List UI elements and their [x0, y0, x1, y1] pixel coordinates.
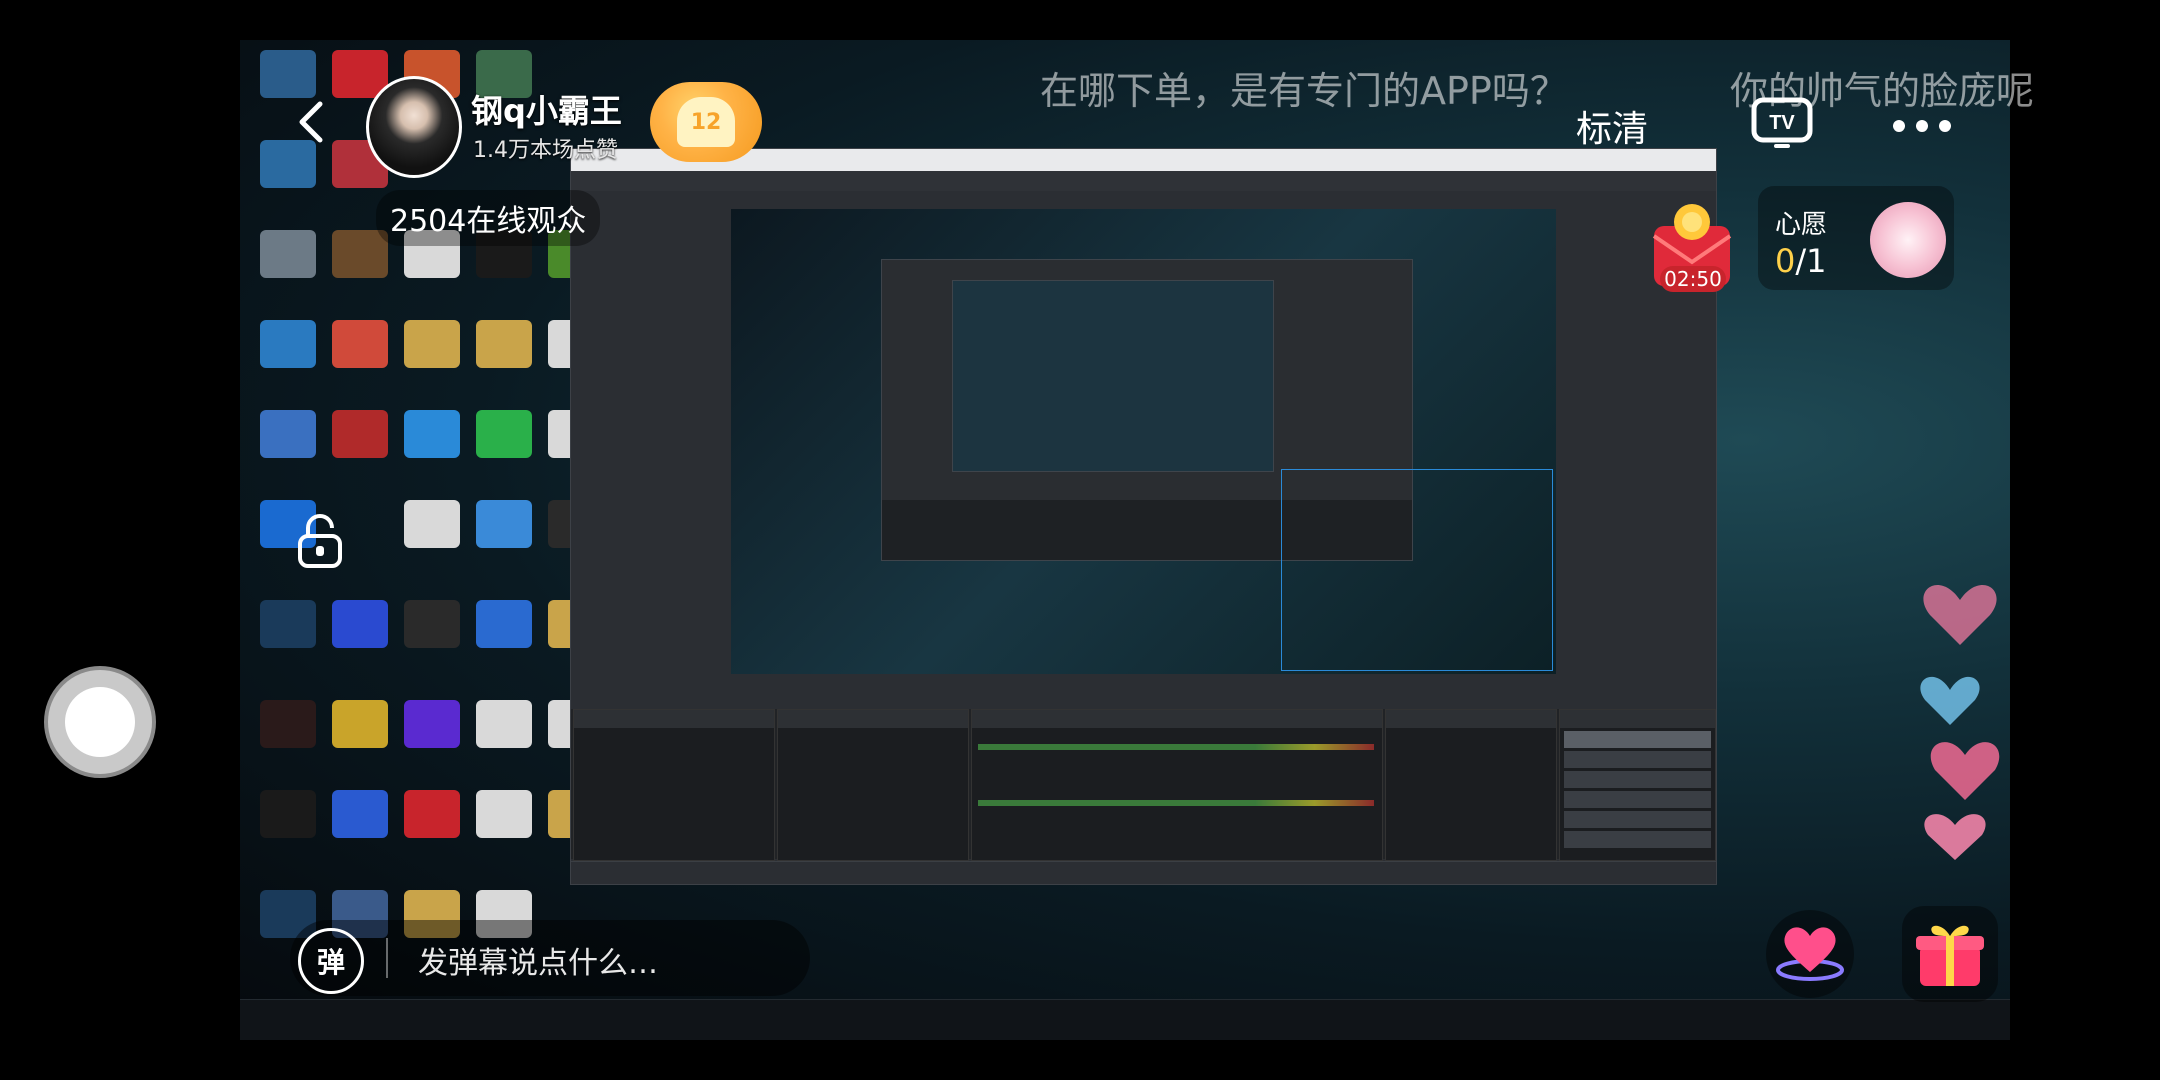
wish-total: /1 — [1795, 242, 1827, 280]
danmaku-comment: 在哪下单，是有专门的APP吗？ — [1040, 69, 1568, 113]
floating-hearts — [1910, 550, 2010, 880]
mixer-dock — [971, 709, 1383, 861]
comment-placeholder: 发弹幕说点什么… — [418, 946, 658, 981]
wish-gift-icon — [1870, 202, 1946, 278]
desktop-icon — [476, 500, 532, 548]
sources-dock — [777, 709, 969, 861]
desktop-icon — [260, 790, 316, 838]
quality-selector[interactable]: 标清 — [1576, 100, 1648, 152]
desktop-icon — [476, 320, 532, 368]
scenes-dock — [573, 709, 775, 861]
back-button[interactable] — [290, 94, 334, 150]
desktop-icon — [476, 700, 532, 748]
screen-record-button[interactable] — [44, 666, 156, 778]
obs-docks — [571, 709, 1716, 861]
desktop-icon — [260, 410, 316, 458]
desktop-icon — [260, 600, 316, 648]
desktop-icon — [404, 600, 460, 648]
desktop-icon — [332, 790, 388, 838]
svg-text:TV: TV — [1769, 112, 1795, 134]
controls-dock — [1559, 709, 1716, 861]
desktop-icon — [260, 50, 316, 98]
divider — [386, 938, 388, 978]
desktop-icon — [404, 790, 460, 838]
host-name: 钢q小霸王 — [471, 92, 622, 130]
desktop-icon — [332, 600, 388, 648]
audio-meter — [978, 800, 1374, 806]
desktop-icon — [332, 230, 388, 278]
chevron-left-icon — [299, 101, 323, 143]
desktop-icon — [332, 320, 388, 368]
record-icon — [65, 687, 135, 757]
like-button[interactable] — [1766, 910, 1854, 998]
nested-preview-inner — [952, 280, 1274, 472]
heart-icon: 12 — [677, 97, 735, 147]
screen-lock-icon[interactable] — [296, 512, 344, 568]
wish-card[interactable]: 心愿 0/1 — [1758, 186, 1954, 290]
tv-cast-icon[interactable]: TV — [1750, 96, 1814, 150]
host-likes: 1.4万本场点赞 — [473, 138, 618, 163]
gift-timer: 02:50 — [1660, 266, 1726, 292]
desktop-icon — [404, 500, 460, 548]
obs-window — [570, 148, 1717, 885]
comment-input-bar[interactable]: 弹 发弹幕说点什么… — [290, 920, 810, 996]
danmaku-toggle-label: 弹 — [316, 946, 345, 979]
desktop-icon — [404, 320, 460, 368]
desktop-icon — [404, 700, 460, 748]
desktop-icon — [476, 410, 532, 458]
gift-button[interactable] — [1902, 906, 1998, 1002]
avatar[interactable] — [366, 76, 462, 178]
transitions-dock — [1385, 709, 1557, 861]
desktop-icon — [260, 320, 316, 368]
windows-taskbar — [240, 999, 2010, 1040]
selection-box — [1281, 469, 1553, 671]
badge-level: 12 — [690, 109, 722, 135]
gift-icon — [1916, 925, 1984, 986]
obs-menu-bar — [571, 171, 1716, 191]
desktop-icon — [260, 700, 316, 748]
heart-icon — [1776, 927, 1844, 981]
audio-meter — [978, 744, 1374, 750]
viewer-count[interactable]: 2504在线观众 — [376, 190, 601, 246]
desktop-icon — [332, 410, 388, 458]
wish-count: 0/1 — [1775, 242, 1827, 280]
desktop-icon — [476, 790, 532, 838]
desktop-icon — [260, 230, 316, 278]
desktop-icon — [404, 410, 460, 458]
desktop-icon — [332, 700, 388, 748]
wish-title: 心愿 — [1775, 210, 1828, 240]
desktop-icon — [476, 600, 532, 648]
wish-current: 0 — [1775, 242, 1796, 280]
fan-level-badge[interactable]: 12 — [650, 82, 762, 162]
danmaku-toggle-button[interactable]: 弹 — [298, 928, 364, 994]
obs-preview — [731, 209, 1556, 674]
more-dots-icon[interactable] — [1892, 118, 1952, 132]
obs-status-bar — [571, 861, 1716, 884]
